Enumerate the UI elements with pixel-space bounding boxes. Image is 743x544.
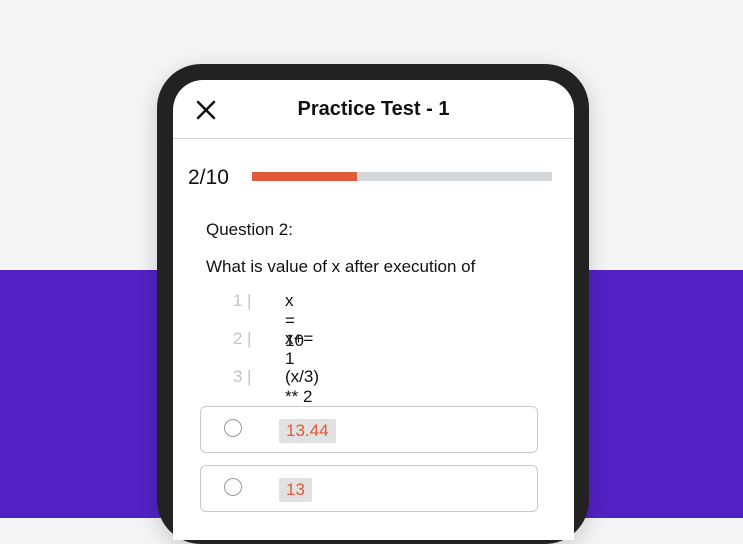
code-line-divider: | (247, 329, 252, 348)
app-header: Practice Test - 1 (173, 80, 574, 139)
question-text: What is value of x after execution of (206, 257, 476, 276)
answer-option-label: 13 (279, 478, 312, 502)
progress-bar-fill (252, 172, 357, 181)
answer-option[interactable]: 13.44 (200, 406, 538, 453)
question-label: Question 2: (206, 220, 293, 239)
code-line-divider: | (247, 367, 252, 386)
code-line-divider: | (247, 291, 252, 310)
answer-option-label: 13.44 (279, 419, 336, 443)
phone-screen: Practice Test - 1 2/10 Question 2: What … (173, 80, 574, 540)
code-line-number: 2 (233, 329, 243, 348)
code-line-number: 3 (233, 367, 243, 386)
radio-button[interactable] (224, 478, 242, 496)
page-title: Practice Test - 1 (297, 98, 450, 120)
progress-counter: 2/10 (188, 166, 229, 189)
code-line-number: 1 (233, 291, 243, 310)
progress-bar (252, 172, 552, 181)
code-line-code: (x/3) ** 2 (285, 367, 319, 406)
code-line-code: x+= 1 (285, 329, 314, 368)
answer-option[interactable]: 13 (200, 465, 538, 512)
radio-button[interactable] (224, 419, 242, 437)
